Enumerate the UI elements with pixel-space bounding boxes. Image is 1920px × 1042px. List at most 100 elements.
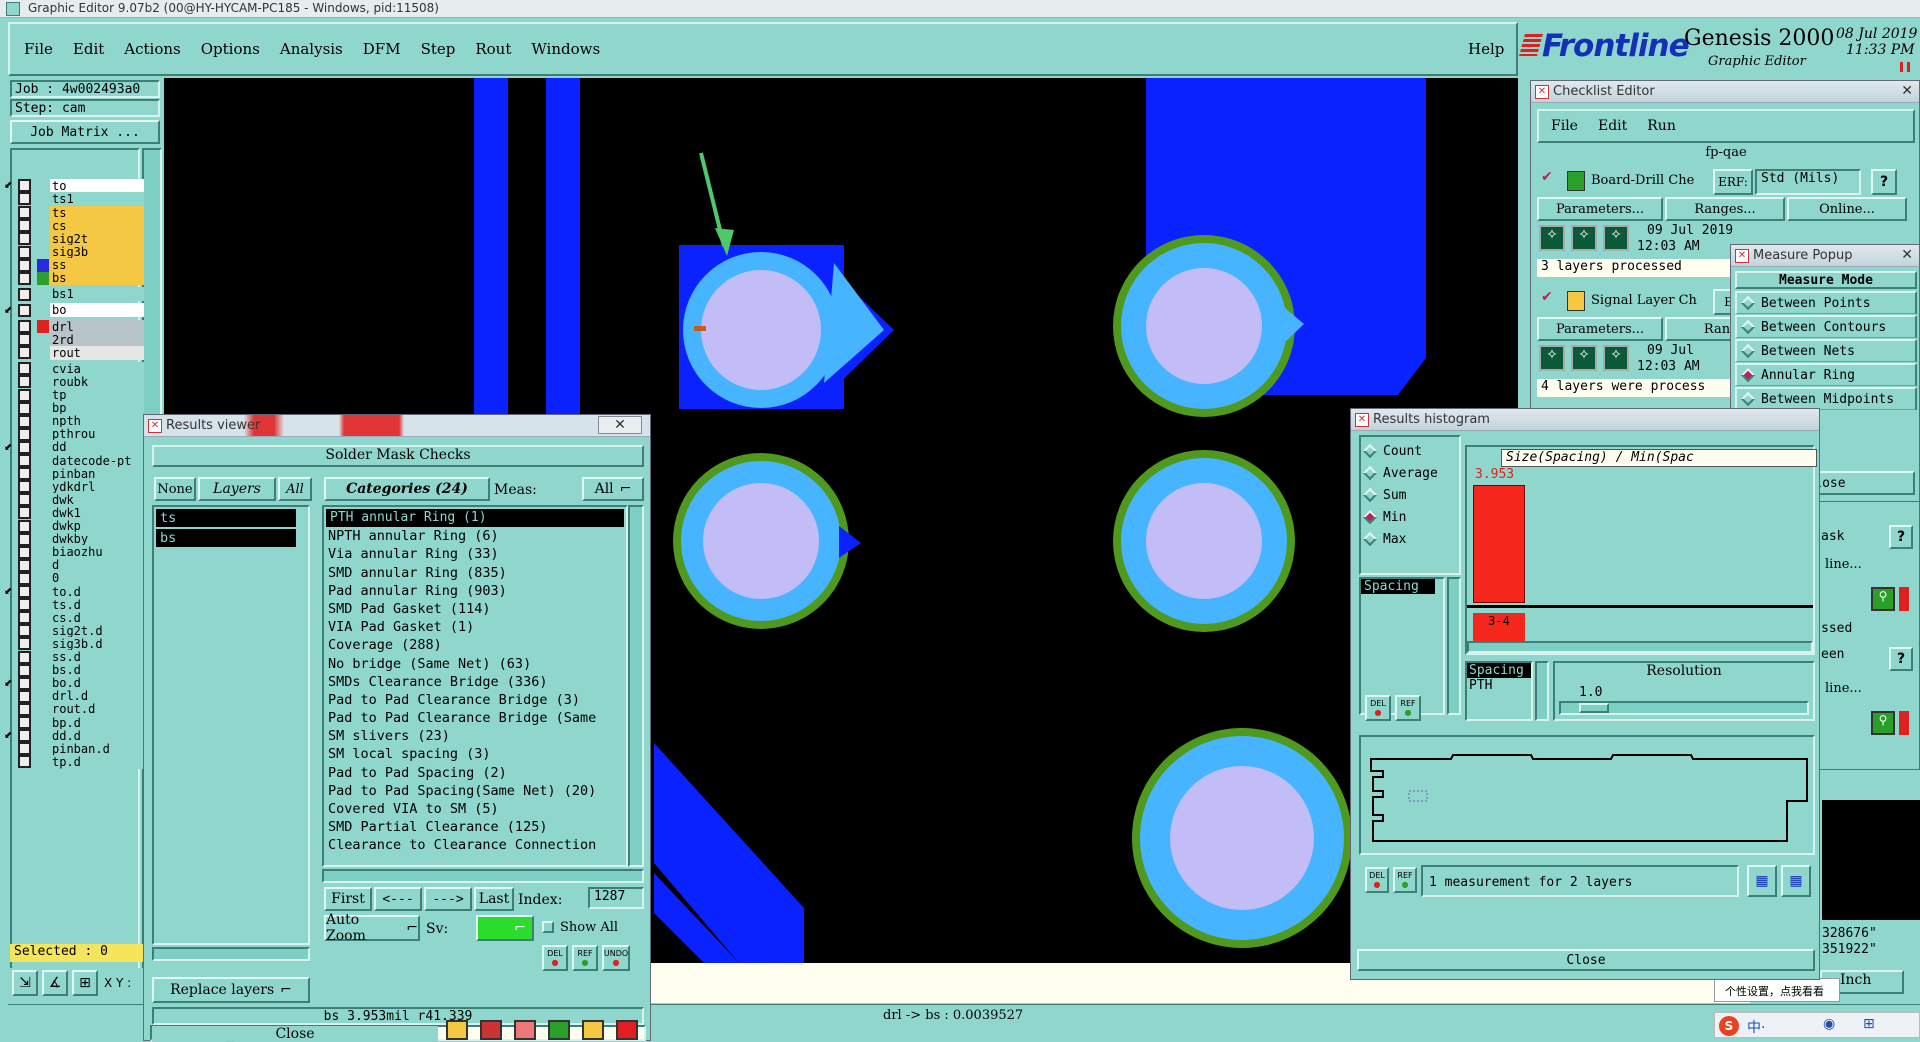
ime-toolbar[interactable]: S 中· ◉ ⊞ bbox=[1714, 1012, 1920, 1038]
layer-checkbox[interactable] bbox=[18, 689, 31, 703]
layer-result-item[interactable]: bs bbox=[156, 529, 296, 547]
layer-checkbox[interactable] bbox=[18, 716, 31, 729]
layer-color-swatch[interactable] bbox=[37, 598, 49, 611]
layer-color-swatch[interactable] bbox=[37, 755, 49, 768]
layer-checkbox[interactable] bbox=[18, 219, 31, 233]
layer-color-swatch[interactable] bbox=[37, 320, 49, 333]
layer-color-swatch[interactable] bbox=[37, 288, 49, 301]
layer-checkbox[interactable] bbox=[18, 454, 31, 467]
layer-color-swatch[interactable] bbox=[37, 375, 49, 388]
layer-color-swatch[interactable] bbox=[37, 480, 49, 493]
category-item[interactable]: NPTH annular Ring (6) bbox=[324, 527, 626, 545]
layer-checkbox[interactable] bbox=[18, 742, 31, 756]
layer-color-swatch[interactable] bbox=[37, 271, 49, 285]
category-item[interactable]: SMD Pad Gasket (114) bbox=[324, 600, 626, 618]
layer-name[interactable]: tp.d bbox=[50, 754, 144, 769]
stat-option[interactable]: Average bbox=[1362, 463, 1438, 483]
auto-zoom-dropdown[interactable]: Auto Zoom ⌐ bbox=[324, 912, 420, 944]
category-item[interactable]: SMD annular Ring (835) bbox=[324, 564, 626, 582]
category-item[interactable]: VIA Pad Gasket (1) bbox=[324, 618, 626, 636]
layer-color-swatch[interactable] bbox=[37, 415, 49, 428]
layer-color-swatch[interactable] bbox=[37, 729, 49, 742]
layer-color-swatch[interactable] bbox=[37, 703, 49, 716]
tool-icon-6[interactable] bbox=[616, 1020, 638, 1040]
category-item[interactable]: SM local spacing (3) bbox=[324, 745, 626, 763]
layer-checkbox[interactable] bbox=[18, 271, 31, 285]
ref-button[interactable]: REF ● bbox=[572, 945, 598, 971]
pth-item[interactable]: PTH bbox=[1467, 678, 1531, 693]
layer-checkbox[interactable] bbox=[18, 346, 31, 360]
close-icon[interactable]: ✕ bbox=[1901, 83, 1913, 99]
tool-icon-3[interactable] bbox=[514, 1020, 536, 1040]
layer-checkbox[interactable] bbox=[18, 558, 31, 572]
layer-color-swatch[interactable] bbox=[37, 389, 49, 402]
erf-button[interactable]: ERF: bbox=[1713, 169, 1753, 195]
menu-edit[interactable]: Edit bbox=[73, 40, 104, 58]
measure-mode-option[interactable]: Between Nets bbox=[1735, 339, 1917, 362]
layer-color-swatch[interactable] bbox=[37, 192, 49, 205]
spacing-scroll[interactable] bbox=[1535, 661, 1549, 721]
category-item[interactable]: SMD Partial Clearance (125) bbox=[324, 818, 626, 836]
run-icon[interactable]: ✧ bbox=[1603, 225, 1629, 251]
ranges-button[interactable]: Ranges... bbox=[1665, 197, 1785, 221]
category-hscroll[interactable] bbox=[322, 869, 644, 883]
layer-checkbox[interactable] bbox=[18, 179, 31, 192]
layer-checkbox[interactable] bbox=[18, 729, 31, 743]
none-button[interactable]: None bbox=[154, 477, 196, 501]
category-item[interactable]: Pad annular Ring (903) bbox=[324, 582, 626, 600]
layer-checkbox[interactable] bbox=[18, 676, 31, 690]
histogram-ref-button[interactable]: REF ● bbox=[1395, 695, 1421, 721]
meas-dropdown[interactable]: All ⌐ bbox=[582, 477, 644, 501]
layer-checkbox[interactable] bbox=[18, 287, 31, 301]
layers-button[interactable]: Layers bbox=[198, 477, 276, 501]
layer-checkbox[interactable] bbox=[18, 663, 31, 677]
checkmark-icon[interactable]: ✔ bbox=[1541, 169, 1553, 185]
chart-icon-2[interactable]: ▦ bbox=[1781, 865, 1811, 897]
layer-checkbox[interactable] bbox=[18, 650, 31, 664]
menu-help[interactable]: Help bbox=[1468, 40, 1504, 58]
run-icon[interactable]: ✧ bbox=[1571, 345, 1597, 371]
replace-layers-dropdown[interactable]: Replace layers ⌐ bbox=[152, 977, 310, 1003]
resolution-slider-thumb[interactable] bbox=[1579, 703, 1609, 713]
category-item[interactable]: PTH annular Ring (1) bbox=[326, 509, 624, 528]
checklist-menu-run[interactable]: Run bbox=[1647, 118, 1676, 134]
histogram-hscroll[interactable] bbox=[1467, 641, 1813, 653]
layer-checkbox[interactable] bbox=[18, 585, 31, 598]
all-layers-button[interactable]: All bbox=[278, 477, 312, 501]
online-button[interactable]: Online... bbox=[1787, 197, 1907, 221]
zoom-tool-icon[interactable]: ⇲ bbox=[12, 970, 38, 996]
histogram-ref-button-2[interactable]: REF ● bbox=[1393, 867, 1417, 893]
layer-color-swatch[interactable] bbox=[37, 585, 49, 598]
layer-checkbox[interactable] bbox=[18, 427, 31, 441]
layer-checkbox[interactable] bbox=[18, 493, 31, 507]
layer-color-swatch[interactable] bbox=[37, 572, 49, 585]
layer-checkbox[interactable] bbox=[18, 637, 31, 651]
category-item[interactable]: No bridge (Same Net) (63) bbox=[324, 655, 626, 673]
layer-color-swatch[interactable] bbox=[37, 664, 49, 677]
layer-color-swatch[interactable] bbox=[37, 362, 49, 375]
layer-name[interactable]: bo bbox=[50, 303, 144, 318]
layer-color-swatch[interactable] bbox=[37, 611, 49, 624]
measure-mode-option[interactable]: Annular Ring bbox=[1735, 363, 1917, 386]
layer-color-swatch[interactable] bbox=[37, 179, 49, 192]
layer-checkbox[interactable] bbox=[18, 506, 31, 520]
layer-list-hscroll[interactable] bbox=[152, 947, 310, 961]
layer-color-swatch[interactable] bbox=[37, 346, 49, 359]
check-label[interactable]: Board-Drill Che bbox=[1591, 173, 1694, 188]
checklist-menu-file[interactable]: File bbox=[1551, 118, 1578, 134]
resolution-slider[interactable] bbox=[1559, 701, 1809, 715]
layer-color-swatch[interactable] bbox=[37, 716, 49, 729]
category-item[interactable]: Pad to Pad Clearance Bridge (Same bbox=[324, 709, 626, 727]
checklist-menu-edit[interactable]: Edit bbox=[1598, 118, 1627, 134]
layer-row[interactable]: tp.d bbox=[18, 754, 144, 769]
layer-name[interactable]: bs bbox=[50, 271, 144, 286]
histogram-bar[interactable] bbox=[1473, 485, 1525, 603]
category-item[interactable]: Pad to Pad Clearance Bridge (3) bbox=[324, 691, 626, 709]
layer-checkbox[interactable] bbox=[18, 192, 31, 206]
checkmark-icon[interactable]: ✔ bbox=[1541, 289, 1553, 305]
stat-option[interactable]: Count bbox=[1362, 441, 1422, 461]
layer-color-swatch[interactable] bbox=[37, 402, 49, 415]
show-all-checkbox[interactable] bbox=[542, 921, 554, 933]
layer-color-swatch[interactable] bbox=[37, 333, 49, 346]
prev-button[interactable]: <--- bbox=[374, 887, 422, 911]
